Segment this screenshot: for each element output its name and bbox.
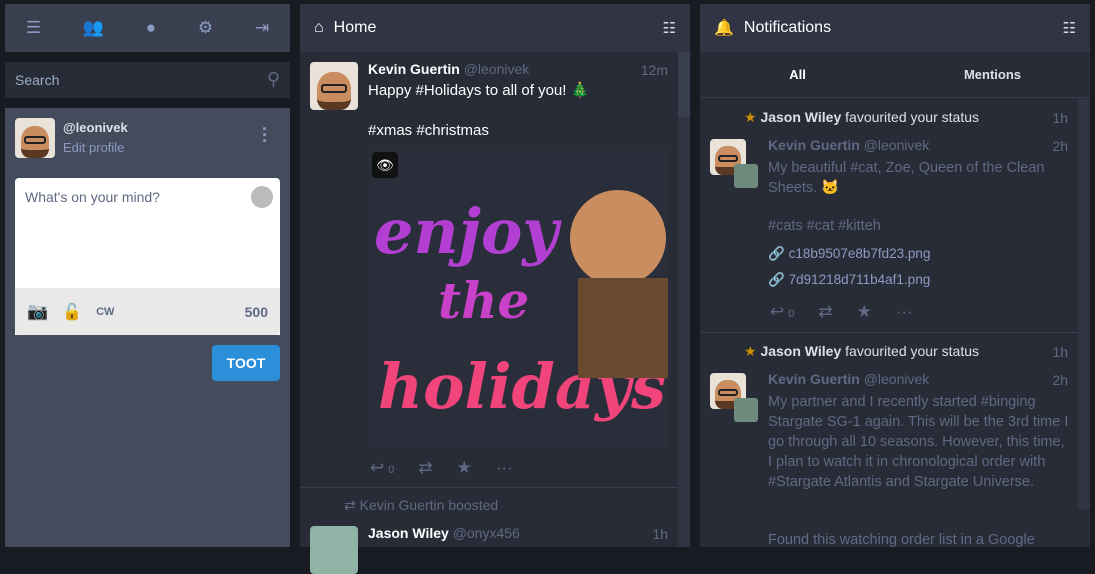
more-icon[interactable]: ··· [896,302,913,322]
holiday-artwork: enjoy the holidays [374,190,668,423]
lock-icon[interactable]: 🔓 [62,302,82,322]
post-avatar[interactable] [310,62,358,110]
post-author[interactable]: Kevin Guertin [368,61,460,77]
edit-profile-link[interactable]: Edit profile [63,140,124,155]
reply-icon[interactable]: ↩ 0 [370,458,394,478]
tab-mentions[interactable]: Mentions [895,52,1090,97]
notif-action: favourited your status [845,343,979,359]
post-time[interactable]: 1h [652,526,668,542]
art-word-2: the [438,271,529,330]
emoji-icon[interactable] [251,186,273,208]
notif-action: favourited your status [845,109,979,125]
post-avatar[interactable] [310,526,358,574]
post-image[interactable]: 👁 enjoy the holidays [368,148,668,448]
settings-sliders-icon[interactable]: ☷ [1063,19,1076,37]
post-text: My beautiful #cat, Zoe, Queen of the Cle… [768,160,1045,196]
post-handle[interactable]: @leonivek [864,371,930,387]
post-text: My partner and I recently started #bingi… [768,394,1069,490]
top-nav: ☰ 👥 ● ⚙ ⇥ [5,4,290,52]
home-header: ⌂ Home ☷ [300,4,690,52]
camera-icon[interactable]: 📷 [27,302,48,322]
search-placeholder: Search [15,72,60,88]
attachment-link[interactable]: 🔗 7d91218d711b4af1.png [768,272,930,288]
search-input[interactable]: Search ⚲ [5,62,290,98]
scrollbar[interactable] [678,52,690,547]
toot-button[interactable]: TOOT [212,345,280,381]
more-icon[interactable]: ··· [262,120,268,150]
notif-time: 1h [1052,110,1068,126]
home-title: Home [333,19,377,36]
post-author[interactable]: Kevin Guertin [768,137,860,153]
post-text: Happy #Holidays to all of you! 🎄 [368,82,590,99]
bell-icon: 🔔 [714,20,734,37]
notifications-title: Notifications [743,19,832,36]
globe-icon[interactable]: ● [146,18,156,38]
boost-icon[interactable]: ⇄ [818,302,832,322]
home-icon: ⌂ [314,19,324,36]
star-icon: ★ [744,109,757,125]
reply-icon[interactable]: ↩ 0 [770,302,794,322]
post-tags: #xmas #christmas [368,122,489,139]
favourite-icon[interactable]: ★ [857,302,872,322]
post-handle[interactable]: @leonivek [864,137,930,153]
cw-button[interactable]: CW [96,306,114,318]
more-icon[interactable]: ··· [496,458,513,478]
post-handle[interactable]: @onyx456 [453,525,520,541]
logout-icon[interactable]: ⇥ [255,18,269,38]
settings-sliders-icon[interactable]: ☷ [663,19,676,37]
avatar-overlay [734,398,758,422]
boost-label: Kevin Guertin boosted [359,497,499,513]
post-handle[interactable]: @leonivek [464,61,530,77]
boost-icon[interactable]: ⇄ [418,458,432,478]
attachment-link[interactable]: 🔗 c18b9507e8b7fd23.png [768,246,930,262]
notif-actor[interactable]: Jason Wiley [760,343,841,359]
star-icon: ★ [744,343,757,359]
post-tags: #cats #cat #kitteh [768,218,881,234]
post-time[interactable]: 12m [641,62,668,78]
menu-icon[interactable]: ☰ [26,18,41,38]
gear-icon[interactable]: ⚙ [198,18,213,38]
scrollbar[interactable] [1078,99,1090,509]
post-time[interactable]: 2h [1052,372,1068,388]
post-author[interactable]: Kevin Guertin [768,371,860,387]
compose-placeholder: What's on your mind? [25,189,160,205]
avatar-overlay [734,164,758,188]
char-count: 500 [244,303,268,320]
notif-actor[interactable]: Jason Wiley [760,109,841,125]
search-icon[interactable]: ⚲ [267,69,280,90]
post-time[interactable]: 2h [1052,138,1068,154]
favourite-icon[interactable]: ★ [457,458,472,478]
notif-time: 1h [1052,344,1068,360]
tab-all[interactable]: All [700,52,895,97]
users-icon[interactable]: 👥 [83,18,104,38]
art-word-1: enjoy [374,195,562,268]
profile-handle: @leonivek [63,120,128,135]
notifications-column: 🔔 Notifications ☷ All Mentions ★ Jason Wil… [700,4,1090,548]
avatar[interactable] [15,118,55,158]
post-author[interactable]: Jason Wiley [368,525,449,541]
boost-icon: ⇄ [344,497,356,513]
post-text: Found this watching order list in a Goog… [768,532,1035,548]
home-column: ⌂ Home ☷ Kevin Guertin @leonivek 12m Happy… [300,4,690,574]
post-actions: ↩ 0 ⇄ ★ ··· [370,458,513,478]
compose-panel: @leonivek Edit profile · · · What's on you… [5,108,290,547]
